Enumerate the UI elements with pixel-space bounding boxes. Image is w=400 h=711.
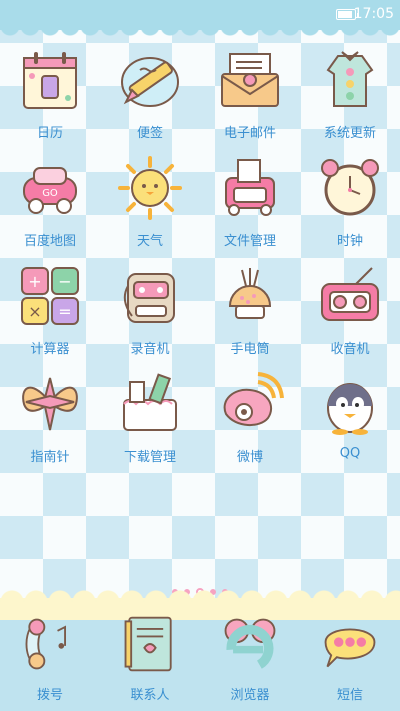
app-label: QQ [339,446,361,461]
app-label: 微博 [236,450,263,465]
app-flashlight[interactable]: 手电筒 [200,256,300,364]
app-label: 收音机 [330,342,370,357]
weather-icon [116,154,184,222]
qq-icon [316,370,384,438]
download-manager-icon [116,370,184,438]
map-icon: GO [16,154,84,222]
dock-label: 拨号 [36,688,63,703]
app-label: 手电筒 [230,342,270,357]
app-qq[interactable]: QQ [300,364,400,472]
svg-text:=: = [58,302,71,321]
calculator-icon: + − × = [16,262,84,330]
svg-text:×: × [28,302,41,321]
dock-scallop-edge [0,588,400,602]
app-label: 百度地图 [23,234,76,249]
status-time: 17:05 [353,6,394,22]
app-label: 下载管理 [123,450,176,465]
app-recorder[interactable]: 录音机 [100,256,200,364]
notes-icon [116,46,184,114]
app-label: 便签 [136,126,163,141]
dock-label: 浏览器 [230,688,270,703]
svg-text:+: + [28,272,41,291]
phone-icon [18,612,82,676]
app-label: 系统更新 [323,126,376,141]
weibo-icon [216,370,284,438]
app-label: 日历 [36,126,63,141]
app-file-manager[interactable]: 文件管理 [200,148,300,256]
svg-text:GO: GO [42,188,58,199]
app-weather[interactable]: 天气 [100,148,200,256]
browser-icon [218,612,282,676]
app-notes[interactable]: 便签 [100,40,200,148]
compass-icon [16,370,84,438]
calendar-icon [16,46,84,114]
app-label: 文件管理 [223,234,276,249]
app-label: 天气 [136,234,163,249]
app-radio[interactable]: 收音机 [300,256,400,364]
app-label: 指南针 [30,450,70,465]
status-bar-scallop [0,26,400,40]
file-manager-icon [216,154,284,222]
recorder-icon [116,262,184,330]
dock-browser[interactable]: 浏览器 [200,610,300,703]
dock-contacts[interactable]: 联系人 [100,610,200,703]
app-label: 电子邮件 [223,126,276,141]
app-label: 时钟 [336,234,363,249]
app-map[interactable]: GO 百度地图 [0,148,100,256]
svg-text:−: − [58,272,71,291]
email-icon [216,46,284,114]
app-label: 录音机 [130,342,170,357]
app-email[interactable]: 电子邮件 [200,40,300,148]
app-system-update[interactable]: 系统更新 [300,40,400,148]
dock-label: 联系人 [130,688,170,703]
messages-icon [318,612,382,676]
app-weibo[interactable]: 微博 [200,364,300,472]
system-update-icon [316,46,384,114]
flashlight-icon [216,262,284,330]
dock-messages[interactable]: 短信 [300,610,400,703]
app-calculator[interactable]: + − × = 计算器 [0,256,100,364]
clock-icon [316,154,384,222]
dock-label: 短信 [336,688,363,703]
app-compass[interactable]: 指南针 [0,364,100,472]
radio-icon [316,262,384,330]
app-download-manager[interactable]: 下载管理 [100,364,200,472]
contacts-icon [118,612,182,676]
app-calendar[interactable]: 日历 [0,40,100,148]
dock-phone[interactable]: 拨号 [0,610,100,703]
app-clock[interactable]: 时钟 [300,148,400,256]
app-label: 计算器 [30,342,70,357]
